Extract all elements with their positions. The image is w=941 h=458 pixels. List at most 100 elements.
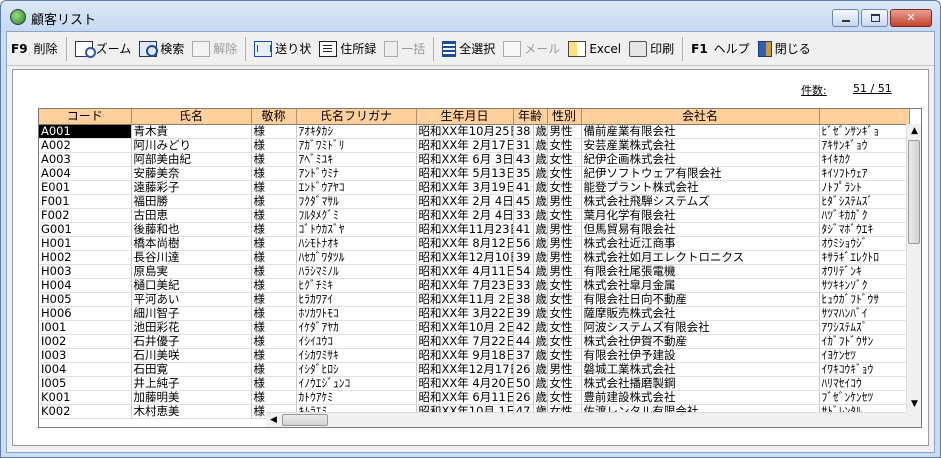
cell-birthdate[interactable]: 昭和XX年 2月 4日 xyxy=(416,194,514,209)
cell-company[interactable]: 安芸産業株式会社 xyxy=(581,138,820,153)
cell-name[interactable]: 石川美咲 xyxy=(131,348,252,363)
cell-gender[interactable]: 女性 xyxy=(547,138,582,153)
cell-furigana[interactable]: ﾌﾙﾀﾒｸﾞﾐ xyxy=(296,208,417,223)
cell-honorific[interactable]: 様 xyxy=(251,236,297,251)
cell-age-unit[interactable]: 歳 xyxy=(533,334,548,349)
cell-furigana[interactable]: ｲｼｶﾜﾐｻｷ xyxy=(296,348,417,363)
cell-age[interactable]: 50 xyxy=(513,376,534,391)
cell-gender[interactable]: 男性 xyxy=(547,236,582,251)
cell-age[interactable]: 56 xyxy=(513,236,534,251)
table-row[interactable]: H004 樋口美紀様ﾋｸﾞﾁﾐｷ 昭和XX年 7月23日 33 歳女性 株式会社皐月金属ｻ… xyxy=(39,278,910,293)
cell-code[interactable]: F001 xyxy=(39,194,132,209)
cell-age[interactable]: 38 xyxy=(513,292,534,307)
cell-company[interactable]: 豊前建設株式会社 xyxy=(581,390,820,405)
cell-birthdate[interactable]: 昭和XX年11月23日 xyxy=(416,222,514,237)
cell-birthdate[interactable]: 昭和XX年 6月11日 xyxy=(416,390,514,405)
maximize-button[interactable] xyxy=(861,9,888,27)
cell-honorific[interactable]: 様 xyxy=(251,306,297,321)
cell-company-kana[interactable]: ﾋﾀﾞｼｽﾃﾑｽﾞ xyxy=(819,194,910,209)
search-button[interactable]: 検索 xyxy=(135,37,188,61)
cell-company[interactable]: 紀伊企画株式会社 xyxy=(581,152,820,167)
cell-gender[interactable]: 男性 xyxy=(547,362,582,377)
cell-gender[interactable]: 女性 xyxy=(547,208,582,223)
cell-birthdate[interactable]: 昭和XX年10月25日 xyxy=(416,124,514,139)
cell-code[interactable]: I004 xyxy=(39,362,132,377)
table-row[interactable]: A001 青木貴様ｱｵｷﾀｶｼ 昭和XX年10月25日 38 歳男性 備前産業有限会社 ﾋﾞ… xyxy=(39,124,910,139)
cell-code[interactable]: E001 xyxy=(39,180,132,195)
cell-company-kana[interactable]: ｻﾂﾏﾊﾝﾊﾞｲ xyxy=(819,306,910,321)
cell-honorific[interactable]: 様 xyxy=(251,138,297,153)
cell-age[interactable]: 26 xyxy=(513,390,534,405)
cell-furigana[interactable]: ﾋﾗｶﾜｱｲ xyxy=(296,292,417,307)
cell-birthdate[interactable]: 昭和XX年 3月22日 xyxy=(416,306,514,321)
cell-honorific[interactable]: 様 xyxy=(251,334,297,349)
table-row[interactable]: A002 阿川みどり様ｱｶﾞﾜﾐﾄﾞﾘ 昭和XX年 2月17日 31 歳女性 安芸産業株式… xyxy=(39,138,910,153)
cell-name[interactable]: 橋本尚樹 xyxy=(131,236,252,251)
cell-name[interactable]: 古田恵 xyxy=(131,208,252,223)
cell-age[interactable]: 33 xyxy=(513,278,534,293)
cell-furigana[interactable]: ｲｼｲﾕｳｺ xyxy=(296,334,417,349)
cell-furigana[interactable]: ｺﾞﾄｳｶｽﾞﾔ xyxy=(296,222,417,237)
table-row[interactable]: I001 池田彩花様ｲｹﾀﾞｱﾔｶ 昭和XX年10月 2日 42 歳女性 阿波システムズ有… xyxy=(39,320,910,335)
cell-age[interactable]: 45 xyxy=(513,194,534,209)
cell-honorific[interactable]: 様 xyxy=(251,292,297,307)
cell-furigana[interactable]: ﾋｸﾞﾁﾐｷ xyxy=(296,278,417,293)
cell-company[interactable]: 株式会社近江商事 xyxy=(581,236,820,251)
cell-honorific[interactable]: 様 xyxy=(251,222,297,237)
cell-gender[interactable]: 女性 xyxy=(547,348,582,363)
cell-company[interactable]: 紀伊ソフトウェア有限会社 xyxy=(581,166,820,181)
cell-name[interactable]: 福田勝 xyxy=(131,194,252,209)
cell-birthdate[interactable]: 昭和XX年 2月17日 xyxy=(416,138,514,153)
cell-name[interactable]: 阿部美由紀 xyxy=(131,152,252,167)
cell-age[interactable]: 31 xyxy=(513,138,534,153)
cell-company-kana[interactable]: ﾋﾞｾﾞﾝｻﾝｷﾞｮ xyxy=(819,124,910,139)
table-row[interactable]: K001 加藤明美様ｶﾄｳｱｹﾐ 昭和XX年 6月11日 26 歳女性 豊前建設株式会社ﾌ… xyxy=(39,390,910,405)
cell-honorific[interactable]: 様 xyxy=(251,180,297,195)
cell-code[interactable]: H001 xyxy=(39,236,132,251)
cell-code[interactable]: H003 xyxy=(39,264,132,279)
cell-honorific[interactable]: 様 xyxy=(251,124,297,139)
cell-age-unit[interactable]: 歳 xyxy=(533,124,548,139)
cell-name[interactable]: 井上純子 xyxy=(131,376,252,391)
cell-company-kana[interactable]: ﾊﾂﾞｷｶｶﾞｸ xyxy=(819,208,910,223)
table-row[interactable]: H005 平河あい様ﾋﾗｶﾜｱｲ 昭和XX年11月 2日 38 歳女性 有限会社日向不動産… xyxy=(39,292,910,307)
table-row[interactable]: I002 石井優子様ｲｼｲﾕｳｺ 昭和XX年 7月22日 44 歳女性 株式会社伊賀不動産… xyxy=(39,334,910,349)
cell-age-unit[interactable]: 歳 xyxy=(533,250,548,265)
cell-company-kana[interactable]: ｵｳﾐｼｮｳｼﾞ xyxy=(819,236,910,251)
cell-age-unit[interactable]: 歳 xyxy=(533,166,548,181)
cell-company[interactable]: 有限会社尾張電機 xyxy=(581,264,820,279)
cell-name[interactable]: 池田彩花 xyxy=(131,320,252,335)
cell-age-unit[interactable]: 歳 xyxy=(533,222,548,237)
cell-honorific[interactable]: 様 xyxy=(251,250,297,265)
cell-code[interactable]: F002 xyxy=(39,208,132,223)
close-window-button[interactable]: ✕ xyxy=(890,9,932,27)
cell-honorific[interactable]: 様 xyxy=(251,208,297,223)
cell-gender[interactable]: 男性 xyxy=(547,222,582,237)
cell-age-unit[interactable]: 歳 xyxy=(533,348,548,363)
cell-gender[interactable]: 男性 xyxy=(547,250,582,265)
cell-gender[interactable]: 女性 xyxy=(547,292,582,307)
cell-code[interactable]: A001 xyxy=(39,124,132,139)
cell-age-unit[interactable]: 歳 xyxy=(533,390,548,405)
address-book-button[interactable]: 住所録 xyxy=(315,37,380,61)
cell-gender[interactable]: 女性 xyxy=(547,180,582,195)
cell-age[interactable]: 41 xyxy=(513,180,534,195)
release-button[interactable]: 解除 xyxy=(188,37,241,61)
cell-age[interactable]: 37 xyxy=(513,348,534,363)
column-header-code[interactable]: コード xyxy=(39,109,132,125)
cell-age-unit[interactable]: 歳 xyxy=(533,152,548,167)
minimize-button[interactable] xyxy=(832,9,859,27)
cell-birthdate[interactable]: 昭和XX年 2月 4日 xyxy=(416,208,514,223)
cell-gender[interactable]: 女性 xyxy=(547,278,582,293)
column-header-gender[interactable]: 性別 xyxy=(547,109,582,125)
cell-company[interactable]: 有限会社日向不動産 xyxy=(581,292,820,307)
cell-birthdate[interactable]: 昭和XX年10月 2日 xyxy=(416,320,514,335)
cell-code[interactable]: H002 xyxy=(39,250,132,265)
cell-company[interactable]: 阿波システムズ有限会社 xyxy=(581,320,820,335)
cell-birthdate[interactable]: 昭和XX年 7月23日 xyxy=(416,278,514,293)
cell-birthdate[interactable]: 昭和XX年 6月 3日 xyxy=(416,152,514,167)
cell-birthdate[interactable]: 昭和XX年 7月22日 xyxy=(416,334,514,349)
delete-button[interactable]: F9 削除 xyxy=(7,37,62,61)
cell-company-kana[interactable]: ﾀｼﾞﾏﾎﾞｳｴｷ xyxy=(819,222,910,237)
title-bar[interactable]: 顧客リスト ✕ xyxy=(1,1,940,31)
